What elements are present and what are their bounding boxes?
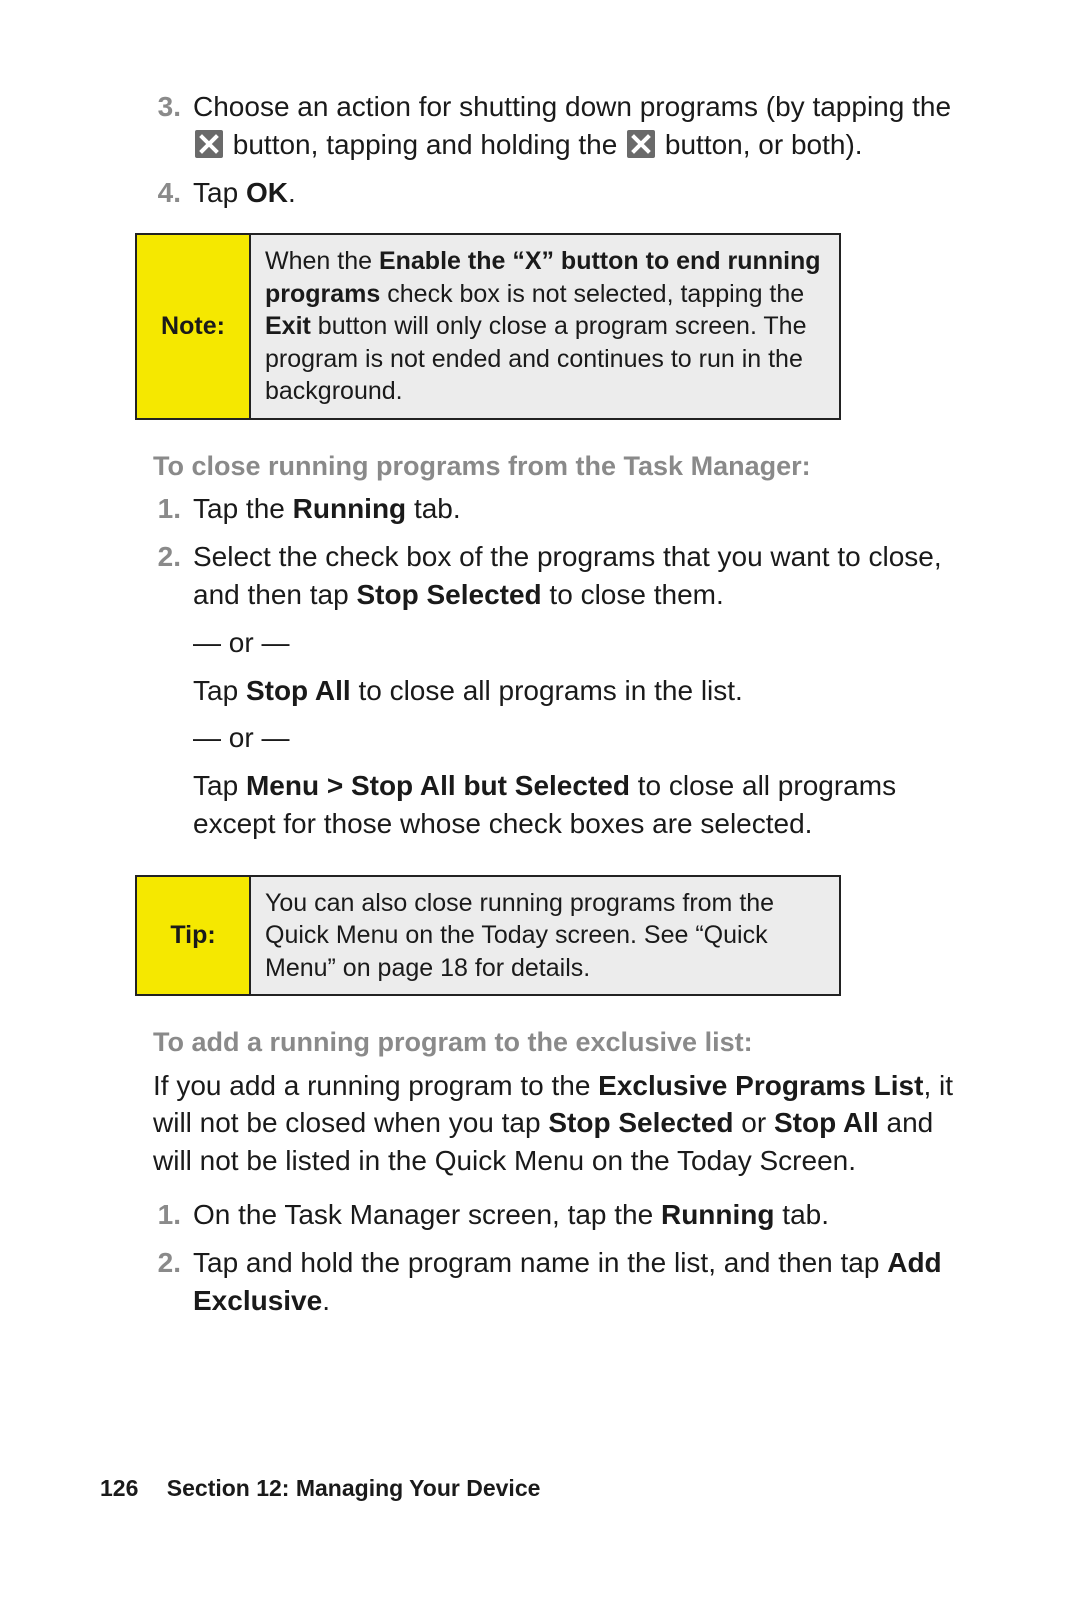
section-heading: To close running programs from the Task …	[153, 448, 960, 484]
or-divider: — or —	[193, 719, 960, 757]
text-bold: Stop Selected	[548, 1107, 733, 1138]
tip-text: You can also close running programs from…	[251, 877, 839, 995]
text: button, tapping and holding the	[233, 129, 625, 160]
text: button, or both).	[665, 129, 863, 160]
step-number: 1.	[135, 1196, 193, 1234]
text: Tap	[193, 675, 246, 706]
text-bold: Stop Selected	[356, 579, 541, 610]
step-number: 2.	[135, 1244, 193, 1320]
text: to close them.	[542, 579, 724, 610]
step-2: 2. Tap and hold the program name in the …	[135, 1244, 960, 1320]
step-body: Tap and hold the program name in the lis…	[193, 1244, 960, 1320]
step-body: Select the check box of the programs tha…	[193, 538, 960, 853]
text-bold: Exit	[265, 312, 311, 340]
text-bold: Stop All	[246, 675, 351, 706]
step-number: 1.	[135, 490, 193, 528]
text-bold: Running	[661, 1199, 775, 1230]
step-body: On the Task Manager screen, tap the Runn…	[193, 1196, 960, 1234]
text: check box is not selected, tapping the	[380, 280, 804, 308]
step-4: 4. Tap OK.	[135, 174, 960, 212]
text: Tap	[193, 770, 246, 801]
step-body: Tap the Running tab.	[193, 490, 960, 528]
note-text: When the Enable the “X” button to end ru…	[251, 235, 839, 418]
top-steps-list: 3. Choose an action for shutting down pr…	[135, 88, 960, 211]
text: If you add a running program to the	[153, 1070, 598, 1101]
text: tab.	[406, 493, 460, 524]
intro-paragraph: If you add a running program to the Excl…	[153, 1067, 960, 1180]
text: or	[734, 1107, 774, 1138]
or-divider: — or —	[193, 624, 960, 662]
text: button will only close a program screen.…	[265, 312, 806, 405]
step-1: 1. On the Task Manager screen, tap the R…	[135, 1196, 960, 1234]
step-number: 3.	[135, 88, 193, 164]
text: Tap the	[193, 493, 293, 524]
section-heading: To add a running program to the exclusiv…	[153, 1024, 960, 1060]
text: .	[322, 1285, 330, 1316]
text: On the Task Manager screen, tap the	[193, 1199, 661, 1230]
note-callout: Note: When the Enable the “X” button to …	[135, 233, 841, 420]
step-body: Choose an action for shutting down progr…	[193, 88, 960, 164]
text: to close all programs in the list.	[351, 675, 743, 706]
close-icon	[627, 130, 655, 158]
step-1: 1. Tap the Running tab.	[135, 490, 960, 528]
step-number: 4.	[135, 174, 193, 212]
page: 3. Choose an action for shutting down pr…	[0, 0, 1080, 1598]
mid-steps-list: 1. Tap the Running tab. 2. Select the ch…	[135, 490, 960, 852]
text: Tap and hold the program name in the lis…	[193, 1247, 887, 1278]
text: .	[288, 177, 296, 208]
step-body: Tap OK.	[193, 174, 960, 212]
text: Tap	[193, 177, 246, 208]
tip-callout: Tip: You can also close running programs…	[135, 875, 841, 997]
page-footer: 126 Section 12: Managing Your Device	[100, 1473, 540, 1504]
note-label: Note:	[137, 235, 251, 418]
section-title: Section 12: Managing Your Device	[167, 1475, 541, 1501]
bottom-steps-list: 1. On the Task Manager screen, tap the R…	[135, 1196, 960, 1319]
step-3: 3. Choose an action for shutting down pr…	[135, 88, 960, 164]
close-icon	[195, 130, 223, 158]
text-bold: Menu > Stop All but Selected	[246, 770, 630, 801]
text: tab.	[775, 1199, 829, 1230]
text: Choose an action for shutting down progr…	[193, 91, 951, 122]
text-bold: Exclusive Programs List	[598, 1070, 923, 1101]
step-2: 2. Select the check box of the programs …	[135, 538, 960, 853]
text-bold: Stop All	[774, 1107, 879, 1138]
page-number: 126	[100, 1475, 138, 1501]
text-bold: OK	[246, 177, 288, 208]
step-number: 2.	[135, 538, 193, 853]
text: When the	[265, 247, 379, 275]
text-bold: Running	[293, 493, 407, 524]
tip-label: Tip:	[137, 877, 251, 995]
